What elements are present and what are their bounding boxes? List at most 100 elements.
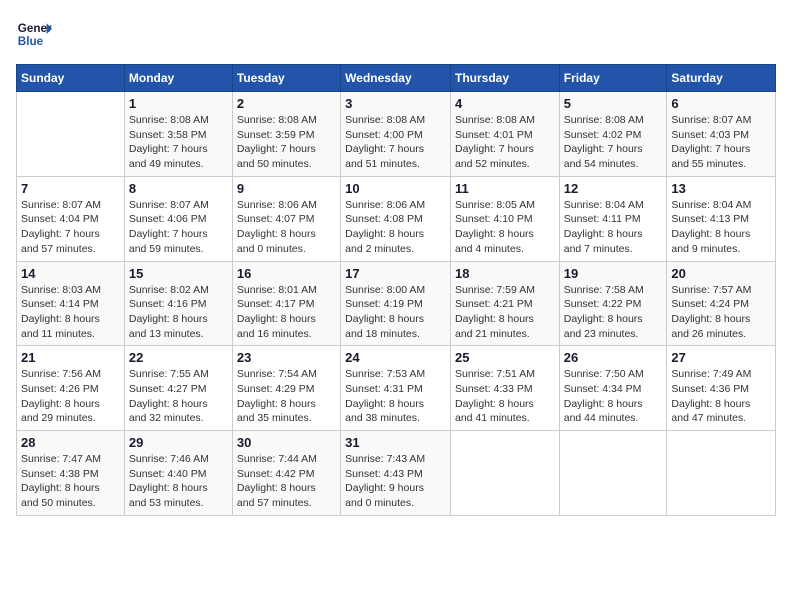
calendar-cell: 14 Sunrise: 8:03 AM Sunset: 4:14 PM Dayli… xyxy=(17,261,125,346)
day-of-week-header: Saturday xyxy=(667,65,776,92)
day-number: 21 xyxy=(21,350,120,365)
day-number: 8 xyxy=(129,181,228,196)
day-number: 27 xyxy=(671,350,771,365)
day-info: Sunrise: 8:08 AM Sunset: 3:59 PM Dayligh… xyxy=(237,113,336,172)
calendar-cell xyxy=(17,92,125,177)
day-info: Sunrise: 7:49 AM Sunset: 4:36 PM Dayligh… xyxy=(671,367,771,426)
day-info: Sunrise: 7:56 AM Sunset: 4:26 PM Dayligh… xyxy=(21,367,120,426)
day-number: 12 xyxy=(564,181,663,196)
calendar-cell: 24 Sunrise: 7:53 AM Sunset: 4:31 PM Dayli… xyxy=(341,346,451,431)
day-info: Sunrise: 7:54 AM Sunset: 4:29 PM Dayligh… xyxy=(237,367,336,426)
day-info: Sunrise: 8:07 AM Sunset: 4:03 PM Dayligh… xyxy=(671,113,771,172)
day-info: Sunrise: 8:01 AM Sunset: 4:17 PM Dayligh… xyxy=(237,283,336,342)
calendar-cell: 10 Sunrise: 8:06 AM Sunset: 4:08 PM Dayli… xyxy=(341,176,451,261)
calendar-cell: 20 Sunrise: 7:57 AM Sunset: 4:24 PM Dayli… xyxy=(667,261,776,346)
day-of-week-header: Friday xyxy=(559,65,667,92)
calendar-cell: 27 Sunrise: 7:49 AM Sunset: 4:36 PM Dayli… xyxy=(667,346,776,431)
day-info: Sunrise: 7:50 AM Sunset: 4:34 PM Dayligh… xyxy=(564,367,663,426)
day-info: Sunrise: 8:03 AM Sunset: 4:14 PM Dayligh… xyxy=(21,283,120,342)
day-info: Sunrise: 7:43 AM Sunset: 4:43 PM Dayligh… xyxy=(345,452,446,511)
calendar-cell: 31 Sunrise: 7:43 AM Sunset: 4:43 PM Dayli… xyxy=(341,431,451,516)
day-number: 14 xyxy=(21,266,120,281)
day-number: 11 xyxy=(455,181,555,196)
day-number: 30 xyxy=(237,435,336,450)
calendar-cell xyxy=(559,431,667,516)
day-number: 18 xyxy=(455,266,555,281)
day-number: 10 xyxy=(345,181,446,196)
day-number: 25 xyxy=(455,350,555,365)
day-number: 3 xyxy=(345,96,446,111)
day-info: Sunrise: 8:00 AM Sunset: 4:19 PM Dayligh… xyxy=(345,283,446,342)
day-number: 17 xyxy=(345,266,446,281)
logo-icon: General Blue xyxy=(16,16,52,52)
calendar-cell: 30 Sunrise: 7:44 AM Sunset: 4:42 PM Dayli… xyxy=(232,431,340,516)
day-number: 31 xyxy=(345,435,446,450)
day-info: Sunrise: 8:07 AM Sunset: 4:04 PM Dayligh… xyxy=(21,198,120,257)
day-number: 7 xyxy=(21,181,120,196)
day-number: 28 xyxy=(21,435,120,450)
calendar-cell: 11 Sunrise: 8:05 AM Sunset: 4:10 PM Dayli… xyxy=(450,176,559,261)
day-info: Sunrise: 8:06 AM Sunset: 4:07 PM Dayligh… xyxy=(237,198,336,257)
calendar-week-row: 7 Sunrise: 8:07 AM Sunset: 4:04 PM Daylig… xyxy=(17,176,776,261)
calendar-cell: 16 Sunrise: 8:01 AM Sunset: 4:17 PM Dayli… xyxy=(232,261,340,346)
calendar-cell: 9 Sunrise: 8:06 AM Sunset: 4:07 PM Daylig… xyxy=(232,176,340,261)
day-number: 16 xyxy=(237,266,336,281)
calendar-week-row: 14 Sunrise: 8:03 AM Sunset: 4:14 PM Dayli… xyxy=(17,261,776,346)
day-number: 1 xyxy=(129,96,228,111)
day-number: 15 xyxy=(129,266,228,281)
calendar-cell: 3Sunrise: 8:08 AM Sunset: 4:00 PM Daylig… xyxy=(341,92,451,177)
calendar-cell: 1 Sunrise: 8:08 AM Sunset: 3:58 PM Daylig… xyxy=(124,92,232,177)
day-number: 24 xyxy=(345,350,446,365)
day-number: 5 xyxy=(564,96,663,111)
calendar-table: SundayMondayTuesdayWednesdayThursdayFrid… xyxy=(16,64,776,516)
day-info: Sunrise: 8:05 AM Sunset: 4:10 PM Dayligh… xyxy=(455,198,555,257)
day-number: 26 xyxy=(564,350,663,365)
calendar-cell: 22 Sunrise: 7:55 AM Sunset: 4:27 PM Dayli… xyxy=(124,346,232,431)
calendar-week-row: 1 Sunrise: 8:08 AM Sunset: 3:58 PM Daylig… xyxy=(17,92,776,177)
page-header: General Blue xyxy=(16,16,776,52)
calendar-cell: 13Sunrise: 8:04 AM Sunset: 4:13 PM Dayli… xyxy=(667,176,776,261)
calendar-week-row: 21 Sunrise: 7:56 AM Sunset: 4:26 PM Dayli… xyxy=(17,346,776,431)
day-info: Sunrise: 7:44 AM Sunset: 4:42 PM Dayligh… xyxy=(237,452,336,511)
day-number: 2 xyxy=(237,96,336,111)
calendar-cell: 6Sunrise: 8:07 AM Sunset: 4:03 PM Daylig… xyxy=(667,92,776,177)
logo: General Blue xyxy=(16,16,52,52)
svg-text:Blue: Blue xyxy=(18,35,44,48)
day-of-week-header: Tuesday xyxy=(232,65,340,92)
calendar-cell: 15Sunrise: 8:02 AM Sunset: 4:16 PM Dayli… xyxy=(124,261,232,346)
day-number: 20 xyxy=(671,266,771,281)
day-info: Sunrise: 7:46 AM Sunset: 4:40 PM Dayligh… xyxy=(129,452,228,511)
day-of-week-header: Monday xyxy=(124,65,232,92)
day-info: Sunrise: 8:08 AM Sunset: 4:02 PM Dayligh… xyxy=(564,113,663,172)
calendar-cell: 12 Sunrise: 8:04 AM Sunset: 4:11 PM Dayli… xyxy=(559,176,667,261)
calendar-cell: 26 Sunrise: 7:50 AM Sunset: 4:34 PM Dayli… xyxy=(559,346,667,431)
day-info: Sunrise: 7:57 AM Sunset: 4:24 PM Dayligh… xyxy=(671,283,771,342)
day-of-week-header: Sunday xyxy=(17,65,125,92)
day-info: Sunrise: 8:04 AM Sunset: 4:11 PM Dayligh… xyxy=(564,198,663,257)
day-info: Sunrise: 8:06 AM Sunset: 4:08 PM Dayligh… xyxy=(345,198,446,257)
day-number: 4 xyxy=(455,96,555,111)
day-of-week-header: Thursday xyxy=(450,65,559,92)
day-info: Sunrise: 8:04 AM Sunset: 4:13 PM Dayligh… xyxy=(671,198,771,257)
day-info: Sunrise: 8:08 AM Sunset: 3:58 PM Dayligh… xyxy=(129,113,228,172)
calendar-cell: 25Sunrise: 7:51 AM Sunset: 4:33 PM Dayli… xyxy=(450,346,559,431)
day-number: 9 xyxy=(237,181,336,196)
calendar-cell: 4Sunrise: 8:08 AM Sunset: 4:01 PM Daylig… xyxy=(450,92,559,177)
calendar-cell xyxy=(450,431,559,516)
day-number: 23 xyxy=(237,350,336,365)
calendar-header-row: SundayMondayTuesdayWednesdayThursdayFrid… xyxy=(17,65,776,92)
calendar-cell: 18Sunrise: 7:59 AM Sunset: 4:21 PM Dayli… xyxy=(450,261,559,346)
calendar-cell: 19 Sunrise: 7:58 AM Sunset: 4:22 PM Dayli… xyxy=(559,261,667,346)
day-info: Sunrise: 8:07 AM Sunset: 4:06 PM Dayligh… xyxy=(129,198,228,257)
calendar-cell: 5 Sunrise: 8:08 AM Sunset: 4:02 PM Daylig… xyxy=(559,92,667,177)
calendar-body: 1 Sunrise: 8:08 AM Sunset: 3:58 PM Daylig… xyxy=(17,92,776,516)
calendar-cell: 2 Sunrise: 8:08 AM Sunset: 3:59 PM Daylig… xyxy=(232,92,340,177)
calendar-cell: 17 Sunrise: 8:00 AM Sunset: 4:19 PM Dayli… xyxy=(341,261,451,346)
calendar-cell: 8 Sunrise: 8:07 AM Sunset: 4:06 PM Daylig… xyxy=(124,176,232,261)
calendar-cell: 7 Sunrise: 8:07 AM Sunset: 4:04 PM Daylig… xyxy=(17,176,125,261)
day-number: 19 xyxy=(564,266,663,281)
day-info: Sunrise: 7:55 AM Sunset: 4:27 PM Dayligh… xyxy=(129,367,228,426)
day-info: Sunrise: 7:58 AM Sunset: 4:22 PM Dayligh… xyxy=(564,283,663,342)
day-number: 22 xyxy=(129,350,228,365)
day-info: Sunrise: 7:53 AM Sunset: 4:31 PM Dayligh… xyxy=(345,367,446,426)
